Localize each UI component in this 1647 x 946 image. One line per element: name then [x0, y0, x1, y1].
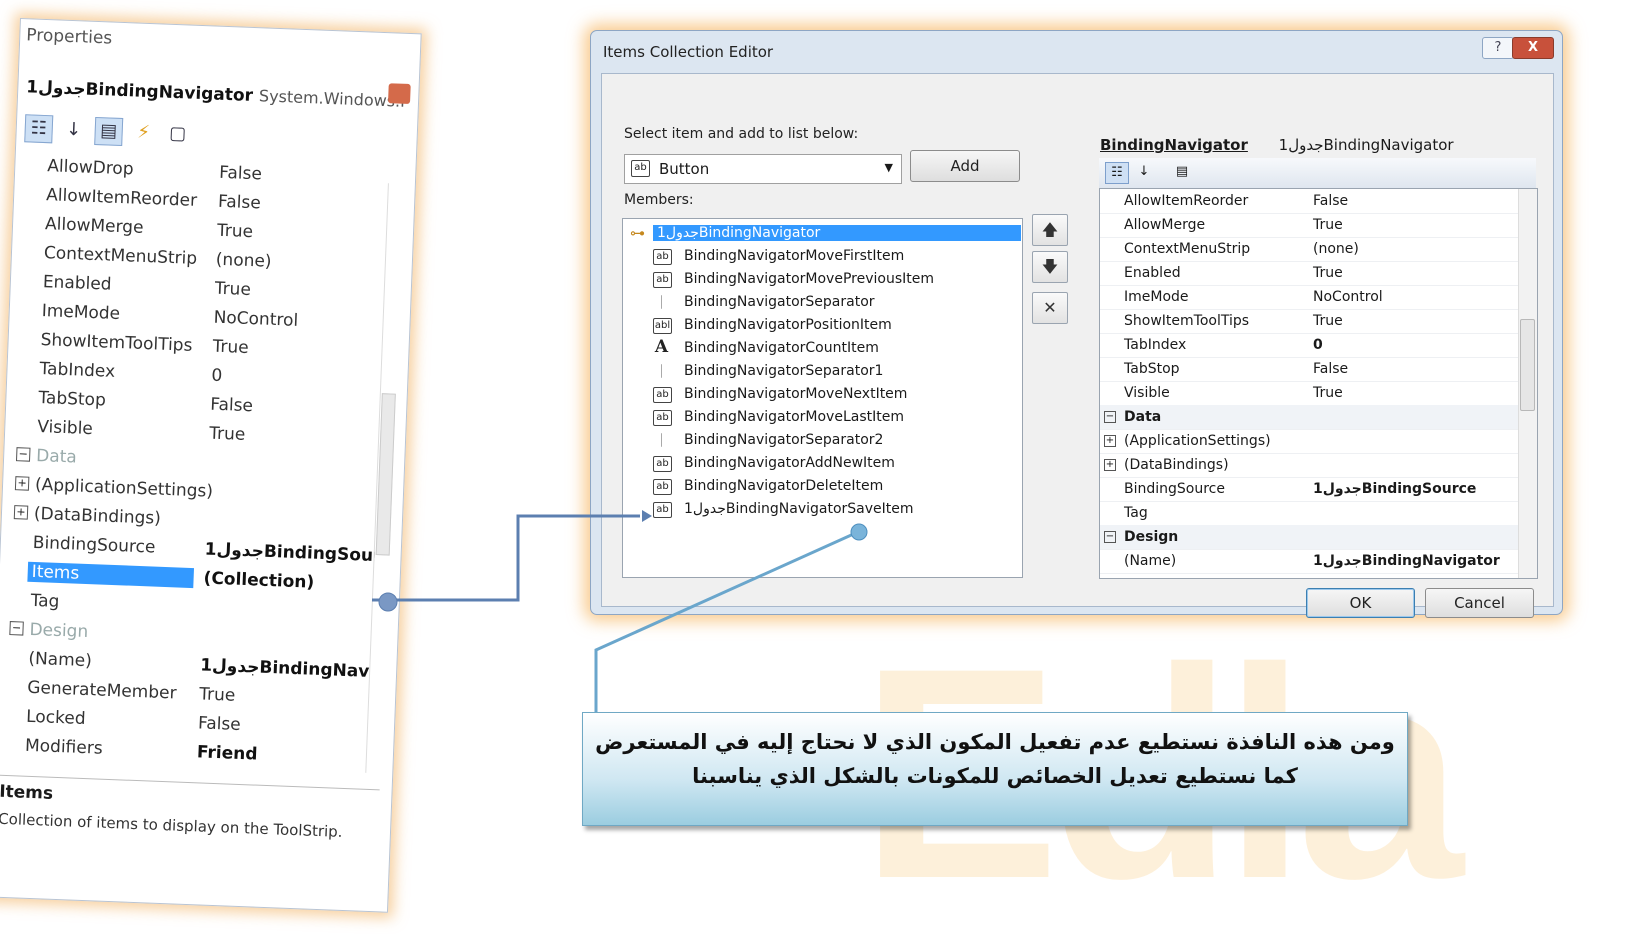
connector-arrowhead — [642, 510, 652, 522]
connector-items-to-dialog — [372, 514, 640, 602]
connector-dot-dialog — [850, 523, 868, 541]
explanation-callout: ومن هذه النافذة نستطيع عدم تفعيل المكون … — [582, 712, 1408, 826]
connector-dot-items — [378, 592, 398, 612]
callout-line-2: كما نستطيع تعديل الخصائص للمكونات بالشكل… — [692, 764, 1298, 788]
callout-line-1: ومن هذه النافذة نستطيع عدم تفعيل المكون … — [595, 730, 1395, 754]
